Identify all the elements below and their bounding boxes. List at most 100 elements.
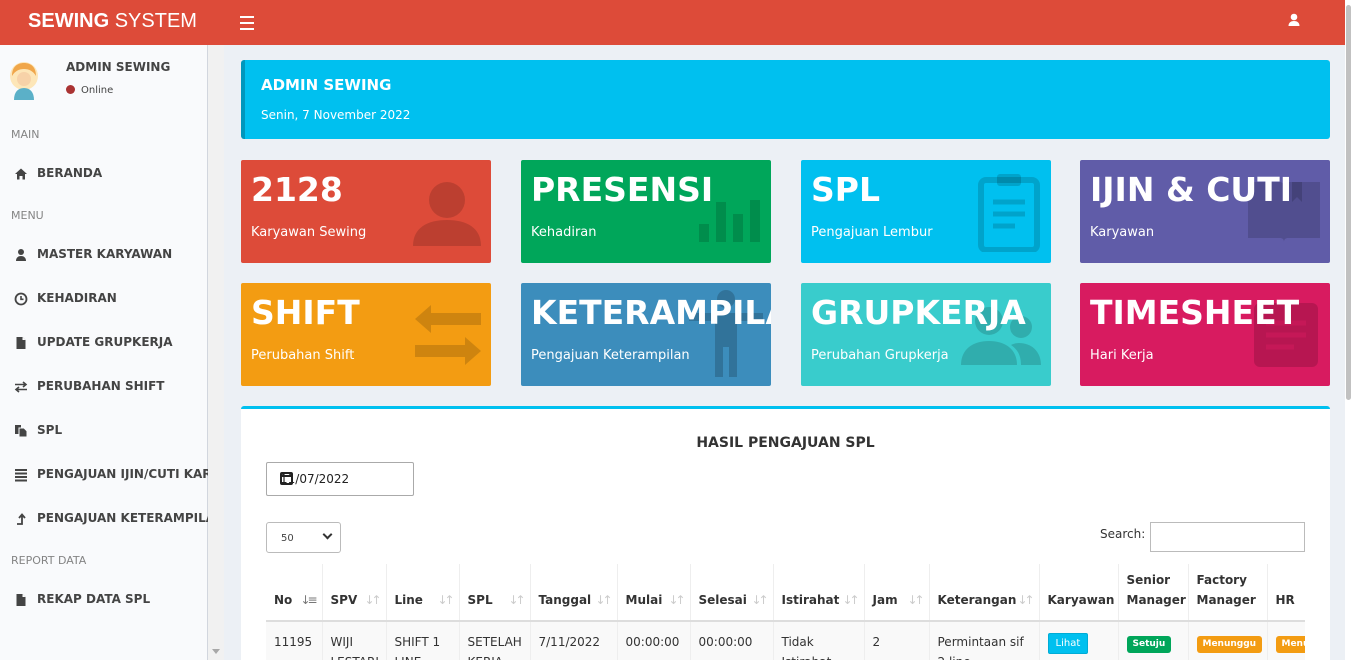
sidebar-item-label: UPDATE GRUPKERJA — [37, 335, 173, 349]
status-dot-icon — [66, 85, 75, 94]
page-size-select[interactable]: 50 — [266, 522, 341, 553]
sidebar-item-update-grupkerja[interactable]: UPDATE GRUPKERJA — [0, 323, 208, 363]
info-box-value: TIMESHEET — [1090, 293, 1300, 332]
column-header-jam[interactable]: Jam ↓↑ — [864, 564, 930, 622]
sort-icon: ↓↑ — [907, 593, 925, 607]
user-menu-icon[interactable] — [1286, 12, 1302, 28]
sidebar-toggle-button[interactable] — [240, 12, 254, 32]
info-box-label: Karyawan — [1090, 225, 1155, 240]
column-header-label: Jam — [872, 593, 898, 607]
user-icon — [413, 182, 481, 246]
list-icon — [15, 469, 27, 482]
info-box-value: 2128 — [251, 170, 343, 209]
search-input[interactable] — [1150, 522, 1305, 552]
table-row: 11195 WIJI LESTARI SHIFT 1 LINE SETELAH … — [266, 621, 1305, 660]
sidebar-item-pengajuan-ijin-cuti[interactable]: PENGAJUAN IJIN/CUTI KARYAWAN — [0, 455, 208, 495]
avatar — [10, 62, 38, 100]
page-scrollbar[interactable] — [1345, 0, 1352, 660]
column-header-keterangan[interactable]: Keterangan ↓↑ — [929, 564, 1040, 622]
status-badge: Setuju — [1126, 636, 1172, 653]
exchange-icon — [415, 305, 481, 365]
info-box-value: IJIN & CUTI — [1090, 170, 1293, 209]
cell-spv: WIJI LESTARI — [322, 621, 387, 660]
sidebar-header-report: REPORT DATA — [11, 554, 87, 567]
column-header-karyawan: Karyawan — [1039, 564, 1119, 622]
column-header-line[interactable]: Line ↓↑ — [386, 564, 460, 622]
scrollbar-thumb[interactable] — [1346, 5, 1351, 400]
info-box-presensi[interactable]: PRESENSI Kehadiran — [521, 160, 771, 263]
home-icon — [15, 168, 27, 180]
info-box-ijin-cuti[interactable]: IJIN & CUTI Karyawan — [1080, 160, 1330, 263]
sort-icon: ↓↑ — [364, 593, 382, 607]
sidebar-scrollbar[interactable] — [208, 45, 224, 660]
spl-table: No ↓≡ SPV ↓↑ Line ↓↑ SPL ↓↑ Tanggal ↓↑ Mulai ↓… — [266, 564, 1305, 660]
exchange-icon — [14, 381, 28, 393]
date-filter-input[interactable]: 11/07/2022 — [266, 462, 414, 496]
column-header-label: No — [274, 593, 293, 607]
column-header-mulai[interactable]: Mulai ↓↑ — [617, 564, 691, 622]
column-header-senior-manager: Senior Manager — [1118, 564, 1189, 622]
sidebar-header-main: MAIN — [11, 128, 40, 141]
info-box-shift[interactable]: SHIFT Perubahan Shift — [241, 283, 491, 386]
page-size-value: 50 — [281, 533, 294, 544]
app-logo[interactable]: SEWING SYSTEM — [0, 0, 225, 45]
sidebar-item-label: PERUBAHAN SHIFT — [37, 379, 165, 393]
sidebar-item-spl[interactable]: SPL — [0, 411, 208, 451]
sort-icon: ↓↑ — [842, 593, 860, 607]
clock-icon — [14, 292, 28, 306]
sort-icon: ↓↑ — [595, 593, 613, 607]
column-header-label: Tanggal — [538, 593, 592, 607]
column-header-spv[interactable]: SPV ↓↑ — [322, 564, 387, 622]
lihat-button[interactable]: Lihat — [1047, 633, 1089, 654]
info-box-label: Perubahan Grupkerja — [811, 348, 949, 363]
sidebar-item-label: PENGAJUAN IJIN/CUTI KARYAWAN — [37, 467, 208, 481]
cell-jam: 2 — [864, 621, 930, 660]
info-box-karyawan[interactable]: 2128 Karyawan Sewing — [241, 160, 491, 263]
sidebar-item-rekap-data-spl[interactable]: REKAP DATA SPL — [0, 580, 208, 620]
cell-senior-manager: Setuju — [1118, 621, 1189, 660]
sidebar-item-kehadiran[interactable]: KEHADIRAN — [0, 279, 208, 319]
column-header-istirahat[interactable]: Istirahat ↓↑ — [773, 564, 865, 622]
sidebar-item-label: PENGAJUAN KETERAMPILAN — [37, 511, 208, 525]
column-header-selesai[interactable]: Selesai ↓↑ — [690, 564, 774, 622]
sort-icon: ↓↑ — [668, 593, 686, 607]
welcome-title: ADMIN SEWING — [261, 76, 392, 94]
sidebar-item-master-karyawan[interactable]: MASTER KARYAWAN — [0, 235, 208, 275]
copy-icon — [15, 425, 28, 438]
spl-results-panel: HASIL PENGAJUAN SPL 11/07/2022 50 Search… — [241, 406, 1330, 660]
column-header-label: Senior Manager — [1126, 573, 1186, 607]
column-header-tanggal[interactable]: Tanggal ↓↑ — [530, 564, 618, 622]
user-status-text: Online — [81, 85, 114, 96]
info-box-grupkerja[interactable]: GRUPKERJA Perubahan Grupkerja — [801, 283, 1051, 386]
spl-table-wrapper: No ↓≡ SPV ↓↑ Line ↓↑ SPL ↓↑ Tanggal ↓↑ Mulai ↓… — [266, 564, 1305, 660]
column-header-label: SPL — [467, 593, 493, 607]
cell-mulai: 00:00:00 — [617, 621, 691, 660]
brand-bold: SEWING — [28, 10, 110, 32]
info-box-keterampilan[interactable]: KETERAMPILAN Pengajuan Keterampilan — [521, 283, 771, 386]
sidebar-item-beranda[interactable]: BERANDA — [0, 154, 208, 194]
column-header-label: Keterangan — [937, 593, 1017, 607]
info-box-value: SPL — [811, 170, 880, 209]
info-box-value: GRUPKERJA — [811, 293, 1026, 332]
info-box-value: SHIFT — [251, 293, 360, 332]
column-header-spl[interactable]: SPL ↓↑ — [459, 564, 531, 622]
sort-desc-icon: ↓≡ — [300, 593, 318, 607]
info-box-label: Pengajuan Lembur — [811, 225, 933, 240]
info-box-spl[interactable]: SPL Pengajuan Lembur — [801, 160, 1051, 263]
column-header-label: Istirahat — [781, 593, 840, 607]
column-header-label: Selesai — [698, 593, 747, 607]
cell-tanggal: 7/11/2022 — [530, 621, 618, 660]
chevron-down-icon — [322, 529, 333, 540]
sidebar-item-pengajuan-keterampilan[interactable]: PENGAJUAN KETERAMPILAN — [0, 499, 208, 539]
calendar-icon[interactable] — [280, 472, 293, 485]
scroll-down-arrow-icon[interactable] — [212, 649, 220, 654]
info-box-timesheet[interactable]: TIMESHEET Hari Kerja — [1080, 283, 1330, 386]
column-header-no[interactable]: No ↓≡ — [266, 564, 323, 622]
cell-selesai: 00:00:00 — [690, 621, 774, 660]
file-icon — [16, 337, 26, 349]
sidebar-item-perubahan-shift[interactable]: PERUBAHAN SHIFT — [0, 367, 208, 407]
column-header-label: HR — [1275, 593, 1295, 607]
info-box-label: Pengajuan Keterampilan — [531, 348, 690, 363]
status-badge: Menunggu — [1196, 636, 1263, 653]
column-header-label: Line — [394, 593, 423, 607]
